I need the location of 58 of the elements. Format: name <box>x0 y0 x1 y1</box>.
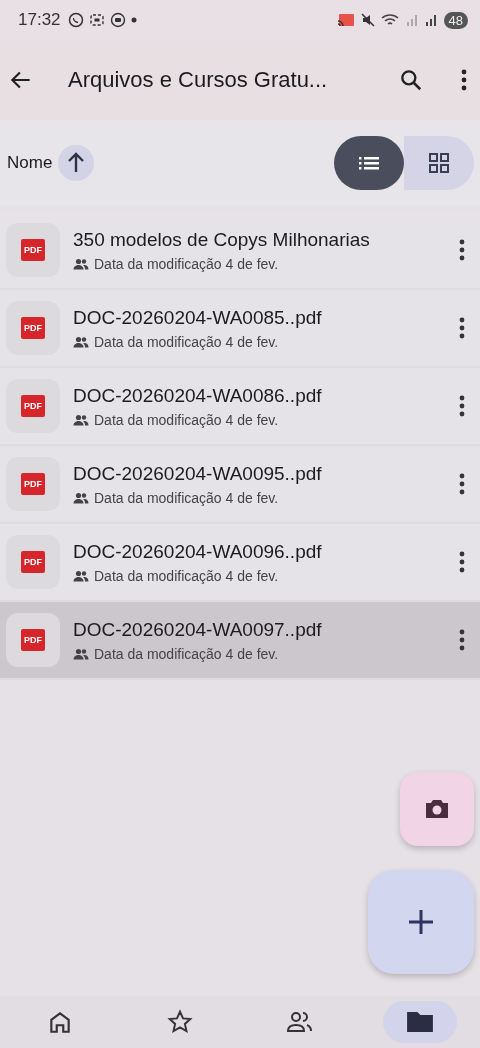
star-icon <box>167 1009 193 1035</box>
pdf-icon: PDF <box>21 239 45 261</box>
dot-icon <box>130 17 137 23</box>
record-icon <box>109 12 126 28</box>
camera-icon <box>423 797 451 821</box>
status-time: 17:32 <box>18 10 61 30</box>
file-name: DOC-20260204-WA0095..pdf <box>73 462 323 485</box>
cast-icon <box>336 12 355 28</box>
people-icon <box>286 1009 314 1035</box>
screen-icon <box>88 12 105 28</box>
modified-date: Data da modificação 4 de fev. <box>94 489 279 506</box>
more-icon[interactable] <box>460 67 468 93</box>
folder-title: Arquivos e Cursos Gratu... <box>68 67 329 93</box>
pdf-icon: PDF <box>21 317 45 339</box>
grid-view-button[interactable] <box>404 136 474 190</box>
shared-icon <box>73 647 89 660</box>
pdf-icon: PDF <box>21 395 45 417</box>
modified-date: Data da modificação 4 de fev. <box>94 645 279 662</box>
battery-level: 48 <box>443 11 468 29</box>
camera-button[interactable] <box>400 772 474 846</box>
more-icon[interactable] <box>458 316 466 340</box>
shared-icon <box>73 413 89 426</box>
more-icon[interactable] <box>458 472 466 496</box>
more-icon[interactable] <box>458 238 466 262</box>
more-icon[interactable] <box>458 394 466 418</box>
shared-icon <box>73 569 89 582</box>
home-icon <box>47 1009 73 1035</box>
more-icon[interactable] <box>458 550 466 574</box>
file-name: 350 modelos de Copys Milhonarias <box>73 228 371 251</box>
signal-icon <box>424 13 439 27</box>
pdf-icon: PDF <box>21 551 45 573</box>
signal-icon <box>405 13 420 27</box>
file-name: DOC-20260204-WA0096..pdf <box>73 540 323 563</box>
folder-icon <box>406 1010 434 1034</box>
modified-date: Data da modificação 4 de fev. <box>94 411 279 428</box>
file-name: DOC-20260204-WA0085..pdf <box>73 306 323 329</box>
files-nav-item[interactable] <box>383 1001 457 1043</box>
search-icon[interactable] <box>398 67 424 93</box>
mute-icon <box>359 12 376 28</box>
plus-icon <box>407 908 435 936</box>
chat-icon <box>67 12 84 28</box>
shared-icon <box>73 491 89 504</box>
wifi-icon <box>380 12 401 28</box>
file-row[interactable]: PDF DOC-20260204-WA0097..pdf Data da modificação 4 de fev. <box>0 602 480 680</box>
more-icon[interactable] <box>458 628 466 652</box>
modified-date: Data da modificação 4 de fev. <box>94 255 279 272</box>
pdf-icon: PDF <box>21 473 45 495</box>
shared-icon <box>73 335 89 348</box>
file-name: DOC-20260204-WA0097..pdf <box>73 618 323 641</box>
grid-icon <box>428 152 450 174</box>
list-view-button[interactable] <box>334 136 404 190</box>
modified-date: Data da modificação 4 de fev. <box>94 333 279 350</box>
modified-date: Data da modificação 4 de fev. <box>94 567 279 584</box>
shared-icon <box>73 257 89 270</box>
sort-label[interactable]: Nome <box>7 153 53 173</box>
file-name: DOC-20260204-WA0086..pdf <box>73 384 323 407</box>
pdf-icon: PDF <box>21 629 45 651</box>
list-icon <box>358 154 380 172</box>
